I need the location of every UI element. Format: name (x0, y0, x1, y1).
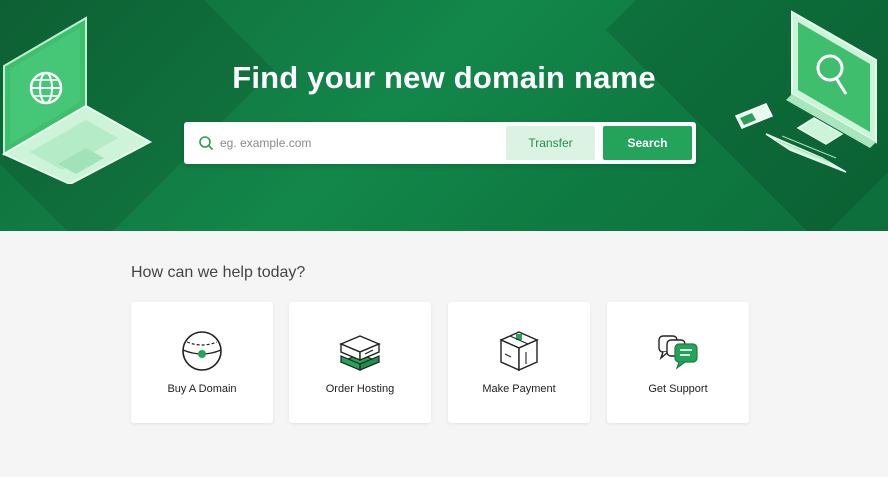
card-label: Make Payment (482, 383, 556, 395)
card-label: Get Support (648, 383, 708, 395)
help-cards: Buy A Domain Order Hosting Make Payment (131, 302, 751, 423)
transfer-button[interactable]: Transfer (506, 126, 595, 160)
help-section-title: How can we help today? (131, 264, 306, 281)
server-box-icon (339, 335, 381, 371)
buy-domain-card[interactable]: Buy A Domain (131, 302, 273, 423)
laptop-globe-icon (1, 16, 153, 184)
domain-search-bar: Transfer Search (184, 122, 696, 164)
payment-package-icon (499, 331, 539, 372)
hero-title: Find your new domain name (232, 60, 656, 95)
chat-bubbles-icon (658, 335, 698, 370)
search-button[interactable]: Search (603, 126, 692, 160)
hero-banner: Find your new domain name Transfer Searc… (0, 0, 888, 231)
globe-icon (182, 331, 222, 371)
card-label: Buy A Domain (167, 383, 237, 395)
get-support-card[interactable]: Get Support (607, 302, 749, 423)
card-label: Order Hosting (325, 383, 395, 395)
search-icon (199, 136, 214, 151)
order-hosting-card[interactable]: Order Hosting (289, 302, 431, 423)
make-payment-card[interactable]: Make Payment (448, 302, 590, 423)
domain-search-input[interactable] (220, 128, 500, 158)
